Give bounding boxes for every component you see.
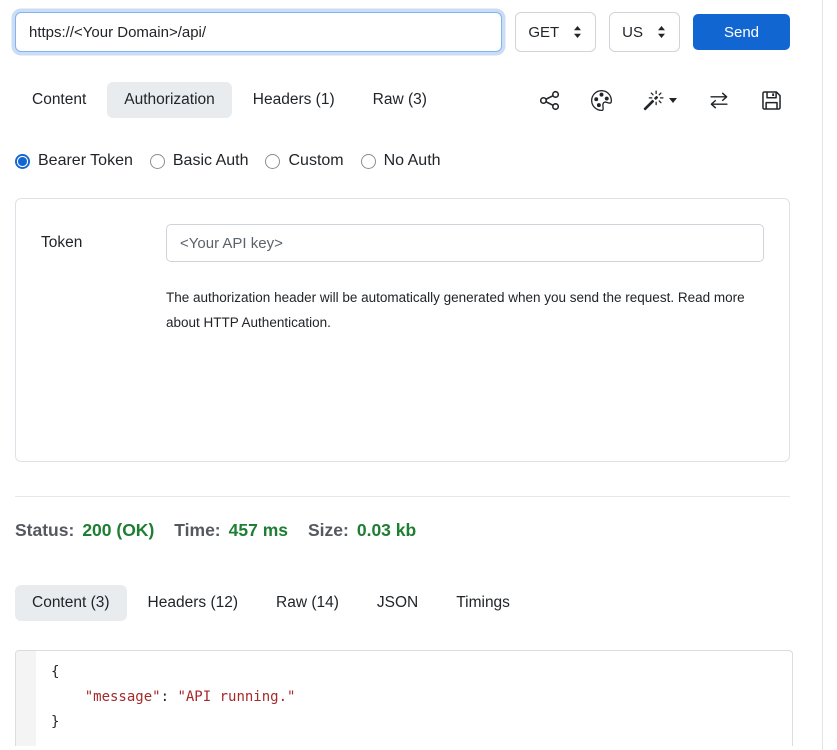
radio-circle (150, 154, 165, 169)
radio-no-auth[interactable]: No Auth (361, 152, 441, 170)
region-select-value: US (622, 24, 643, 41)
time-label: Time: (174, 520, 220, 541)
auth-type-options: Bearer Token Basic Auth Custom No Auth (15, 152, 790, 170)
tab-response-content[interactable]: Content (3) (15, 585, 127, 621)
method-select[interactable]: GET (515, 12, 596, 52)
radio-bearer-token[interactable]: Bearer Token (15, 152, 133, 170)
radio-custom[interactable]: Custom (265, 152, 343, 170)
json-indent (51, 689, 85, 705)
json-key: "message" (85, 689, 161, 705)
size-label: Size: (308, 520, 349, 541)
auth-help-text: The authorization header will be automat… (166, 285, 746, 335)
status-group: Status: 200 (OK) (15, 520, 154, 541)
code-gutter (16, 651, 36, 746)
tab-response-raw[interactable]: Raw (14) (259, 585, 356, 621)
url-input[interactable] (15, 12, 502, 52)
radio-label: Custom (288, 152, 343, 170)
json-brace: { (51, 664, 59, 680)
tab-authorization[interactable]: Authorization (107, 82, 231, 118)
size-value: 0.03 kb (357, 520, 416, 541)
tab-response-headers[interactable]: Headers (12) (131, 585, 255, 621)
json-value: "API running." (177, 689, 295, 705)
api-client-window: GET US Send Content Authorization Header… (0, 0, 823, 750)
radio-circle (265, 154, 280, 169)
updown-arrows-icon (572, 25, 583, 39)
size-group: Size: 0.03 kb (308, 520, 416, 541)
send-button[interactable]: Send (693, 14, 790, 50)
auth-panel: Token The authorization header will be a… (15, 198, 790, 462)
radio-label: Basic Auth (173, 152, 249, 170)
chevron-down-icon (669, 98, 677, 103)
tab-response-json[interactable]: JSON (360, 585, 435, 621)
section-divider (15, 496, 790, 497)
response-status-row: Status: 200 (OK) Time: 457 ms Size: 0.03… (15, 520, 790, 541)
status-value: 200 (OK) (82, 520, 154, 541)
radio-label: No Auth (384, 152, 441, 170)
tab-headers[interactable]: Headers (1) (236, 82, 352, 118)
status-label: Status: (15, 520, 74, 541)
tab-response-timings[interactable]: Timings (439, 585, 527, 621)
share-icon[interactable] (539, 90, 560, 111)
toolbar (539, 90, 790, 111)
region-select[interactable]: US (609, 12, 680, 52)
tab-raw[interactable]: Raw (3) (356, 82, 444, 118)
token-label: Token (41, 234, 166, 252)
time-value: 457 ms (229, 520, 288, 541)
save-icon[interactable] (761, 90, 782, 111)
swap-arrows-icon[interactable] (708, 90, 730, 111)
time-group: Time: 457 ms (174, 520, 288, 541)
tab-content[interactable]: Content (15, 82, 103, 118)
response-body-panel: { "message": "API running." } (15, 650, 793, 746)
palette-icon[interactable] (591, 90, 612, 111)
radio-label: Bearer Token (38, 152, 133, 170)
json-brace: } (51, 714, 59, 730)
radio-circle (15, 154, 30, 169)
token-input[interactable] (166, 224, 764, 262)
response-json-code[interactable]: { "message": "API running." } (36, 651, 792, 746)
json-separator: : (161, 689, 178, 705)
magic-wand-icon[interactable] (643, 90, 677, 111)
radio-circle (361, 154, 376, 169)
updown-arrows-icon (656, 25, 667, 39)
response-tabs: Content (3) Headers (12) Raw (14) JSON T… (15, 585, 790, 621)
content-column: GET US Send Content Authorization Header… (15, 12, 790, 746)
request-bar: GET US Send (15, 12, 790, 52)
request-tabs: Content Authorization Headers (1) Raw (3… (15, 82, 790, 118)
token-row: Token (41, 224, 764, 262)
radio-basic-auth[interactable]: Basic Auth (150, 152, 249, 170)
method-select-value: GET (528, 24, 559, 41)
